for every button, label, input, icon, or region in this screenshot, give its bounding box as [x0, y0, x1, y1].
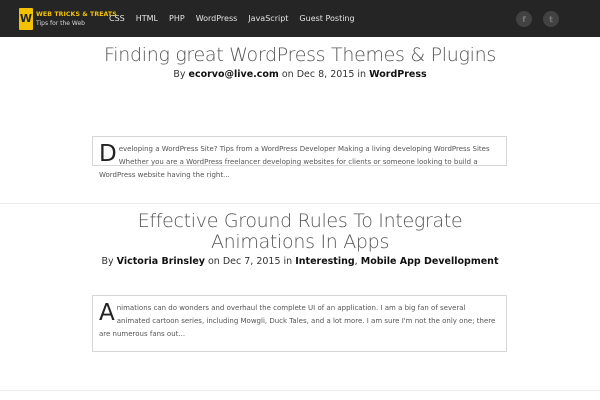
post-card: Effective Ground Rules To Integrate Anim… — [0, 211, 600, 352]
top-navbar: W WEB TRICKS & TREATS Tips for the Web C… — [0, 0, 600, 37]
main-nav: CSS HTML PHP WordPress JavaScript Guest … — [109, 0, 366, 37]
post-divider — [0, 390, 600, 391]
logo-subtitle: Tips for the Web — [36, 19, 85, 27]
nav-item-html[interactable]: HTML — [136, 14, 158, 23]
logo-badge-icon: W — [19, 7, 33, 30]
excerpt-dropcap: D — [99, 141, 117, 167]
site-logo[interactable]: W WEB TRICKS & TREATS Tips for the Web — [19, 6, 117, 31]
post-card: Finding great WordPress Themes & Plugins… — [0, 45, 600, 179]
nav-item-guest-posting[interactable]: Guest Posting — [299, 14, 354, 23]
nav-item-wordpress[interactable]: WordPress — [196, 14, 238, 23]
logo-text: WEB TRICKS & TREATS Tips for the Web — [36, 11, 117, 27]
facebook-icon[interactable]: f — [516, 11, 532, 27]
post-category-link[interactable]: Interesting — [295, 256, 354, 267]
post-excerpt: D eveloping a WordPress Site? Tips from … — [92, 136, 507, 179]
post-category-link[interactable]: Mobile App Devellopment — [361, 256, 499, 267]
logo-title: WEB TRICKS & TREATS — [36, 10, 117, 18]
post-author-link[interactable]: Victoria Brinsley — [117, 256, 205, 267]
nav-item-php[interactable]: PHP — [169, 14, 185, 23]
meta-by-label: By — [101, 256, 114, 267]
post-title[interactable]: Finding great WordPress Themes & Plugins — [0, 45, 600, 66]
meta-by-label: By — [173, 69, 186, 80]
excerpt-dropcap: A — [99, 300, 115, 326]
post-title[interactable]: Effective Ground Rules To Integrate Anim… — [0, 211, 600, 253]
twitter-icon[interactable]: t — [543, 11, 559, 27]
meta-date: on Dec 8, 2015 in — [281, 69, 367, 80]
post-author-link[interactable]: ecorvo@live.com — [189, 69, 279, 80]
nav-item-css[interactable]: CSS — [109, 14, 125, 23]
post-excerpt: A nimations can do wonders and overhaul … — [92, 295, 507, 352]
nav-item-javascript[interactable]: JavaScript — [248, 14, 288, 23]
post-divider — [0, 203, 600, 204]
post-category-link[interactable]: WordPress — [369, 69, 427, 80]
excerpt-text: eveloping a WordPress Site? Tips from a … — [99, 145, 490, 179]
category-separator: , — [354, 256, 358, 267]
post-meta: By ecorvo@live.com on Dec 8, 2015 in Wor… — [0, 69, 600, 80]
excerpt-text: nimations can do wonders and overhaul th… — [99, 304, 496, 338]
post-meta: By Victoria Brinsley on Dec 7, 2015 in I… — [0, 256, 600, 267]
meta-date: on Dec 7, 2015 in — [208, 256, 293, 267]
